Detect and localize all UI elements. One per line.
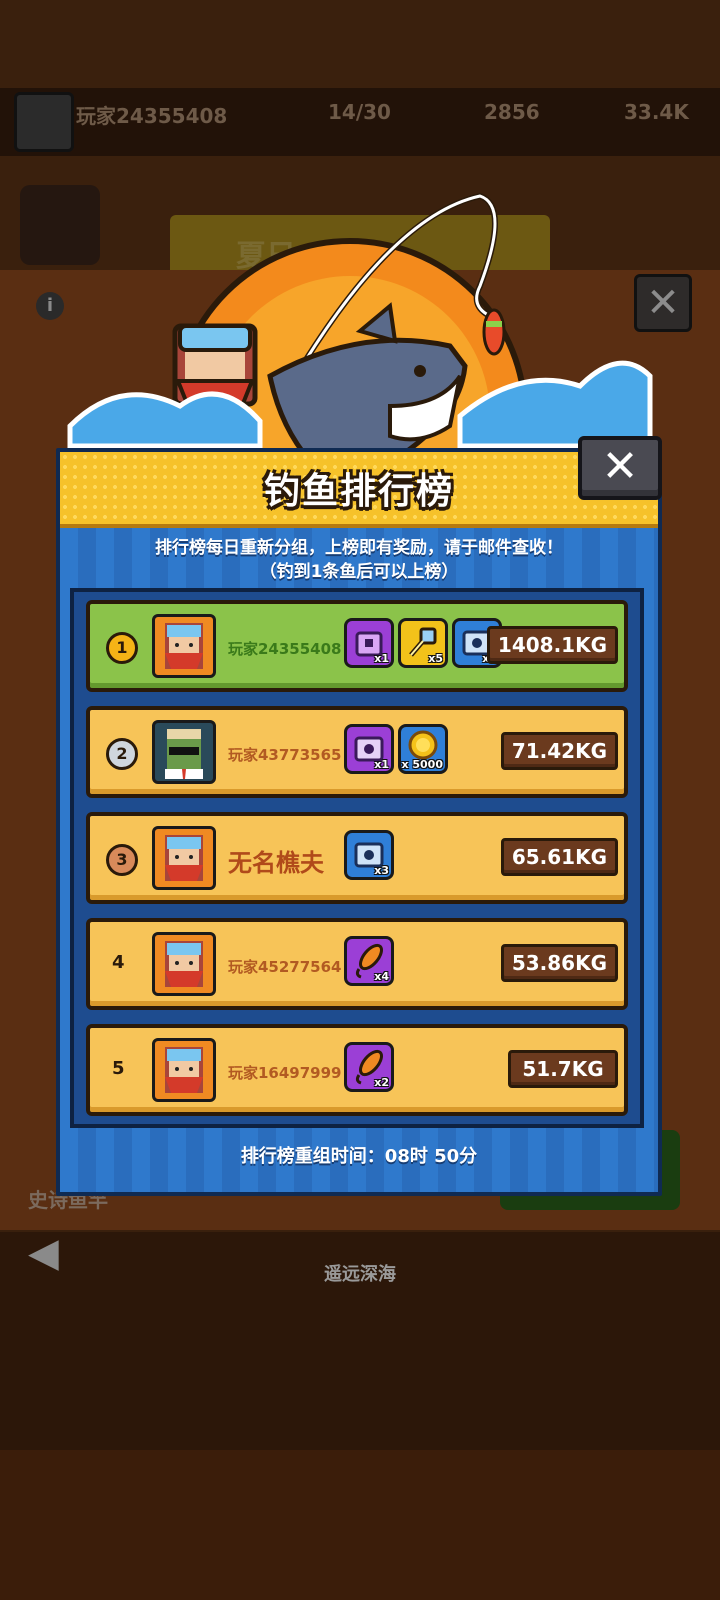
reset-timer: 排行榜重组时间：08时 50分 xyxy=(240,1146,478,1167)
avatar[interactable] xyxy=(152,614,216,678)
leaderboard-row-3[interactable]: 3 无名樵夫 x3 65.61KG xyxy=(86,812,628,904)
coin-counter: 2856 xyxy=(484,100,540,124)
rank-number: 4 xyxy=(112,952,125,973)
leaderboard-list[interactable]: 1 玩家24355408 x1 x5 x3 1408.1KG xyxy=(70,588,644,1128)
modal-title: 钓鱼排行榜 xyxy=(263,471,454,512)
avatar[interactable] xyxy=(152,826,216,890)
fishing-lure-icon[interactable]: x4 xyxy=(344,936,394,986)
bottom-nav-bar xyxy=(0,1450,720,1600)
leaderboard-row-4[interactable]: 4 玩家45277564 x4 53.86KG xyxy=(86,918,628,1010)
catch-weight: 65.61KG xyxy=(500,838,618,876)
player-name: 玩家43773565 xyxy=(228,746,342,764)
player-name: 玩家24355408 xyxy=(76,104,228,128)
catch-weight: 53.86KG xyxy=(500,944,618,982)
close-icon[interactable]: ✕ xyxy=(578,436,662,500)
reward-qty: x1 xyxy=(374,758,389,771)
leaderboard-modal: 钓鱼排行榜 排行榜每日重新分组，上榜即有奖励，请于邮件查收！ （钓到1条鱼后可以… xyxy=(56,448,662,1196)
catch-weight: 1408.1KG xyxy=(486,626,618,664)
silver-medal-icon: 2 xyxy=(106,738,138,770)
purple-chest-icon[interactable]: x1 xyxy=(344,724,394,774)
catch-weight: 71.42KG xyxy=(500,732,618,770)
reward-qty: x 5000 xyxy=(401,758,443,771)
fishing-lure-icon[interactable]: x2 xyxy=(344,1042,394,1092)
notice-line-2: （钓到1条鱼后可以上榜） xyxy=(259,562,459,582)
gold-coin-icon[interactable]: x 5000 xyxy=(398,724,448,774)
reward-qty: x2 xyxy=(374,1076,389,1089)
modal-header: 钓鱼排行榜 xyxy=(60,452,658,528)
player-name: 玩家16497999 xyxy=(228,1064,342,1082)
player-name: 玩家24355408 xyxy=(228,640,342,658)
reward-qty: x1 xyxy=(374,652,389,665)
golden-key-icon[interactable]: x5 xyxy=(398,618,448,668)
fishing-header-art xyxy=(67,192,653,476)
energy-counter: 14/30 xyxy=(328,100,391,124)
player-avatar xyxy=(14,92,74,152)
lure-icon xyxy=(482,308,506,356)
gem-counter: 33.4K xyxy=(624,100,689,124)
purple-chest-icon[interactable]: x1 xyxy=(344,618,394,668)
player-name: 无名樵夫 xyxy=(228,849,324,877)
rank-number: 5 xyxy=(112,1058,125,1079)
avatar[interactable] xyxy=(152,932,216,996)
bronze-medal-icon: 3 xyxy=(106,844,138,876)
catch-weight: 51.7KG xyxy=(508,1050,618,1088)
leaderboard-row-5[interactable]: 5 玩家16497999 x2 51.7KG xyxy=(86,1024,628,1116)
gold-medal-icon: 1 xyxy=(106,632,138,664)
leaderboard-row-2[interactable]: 2 玩家43773565 x1 x 5000 71.42KG xyxy=(86,706,628,798)
avatar[interactable] xyxy=(152,1038,216,1102)
reward-qty: x4 xyxy=(374,970,389,983)
location-name: 遥远深海 xyxy=(324,1264,396,1285)
blue-chest-icon[interactable]: x3 xyxy=(344,830,394,880)
avatar[interactable] xyxy=(152,720,216,784)
player-name: 玩家45277564 xyxy=(228,958,342,976)
reward-qty: x3 xyxy=(374,864,389,877)
notice-text: 排行榜每日重新分组，上榜即有奖励，请于邮件查收！ （钓到1条鱼后可以上榜） xyxy=(60,536,658,584)
leaderboard-row-1[interactable]: 1 玩家24355408 x1 x5 x3 1408.1KG xyxy=(86,600,628,692)
notice-line-1: 排行榜每日重新分组，上榜即有奖励，请于邮件查收！ xyxy=(155,538,563,558)
reward-qty: x5 xyxy=(428,652,443,665)
